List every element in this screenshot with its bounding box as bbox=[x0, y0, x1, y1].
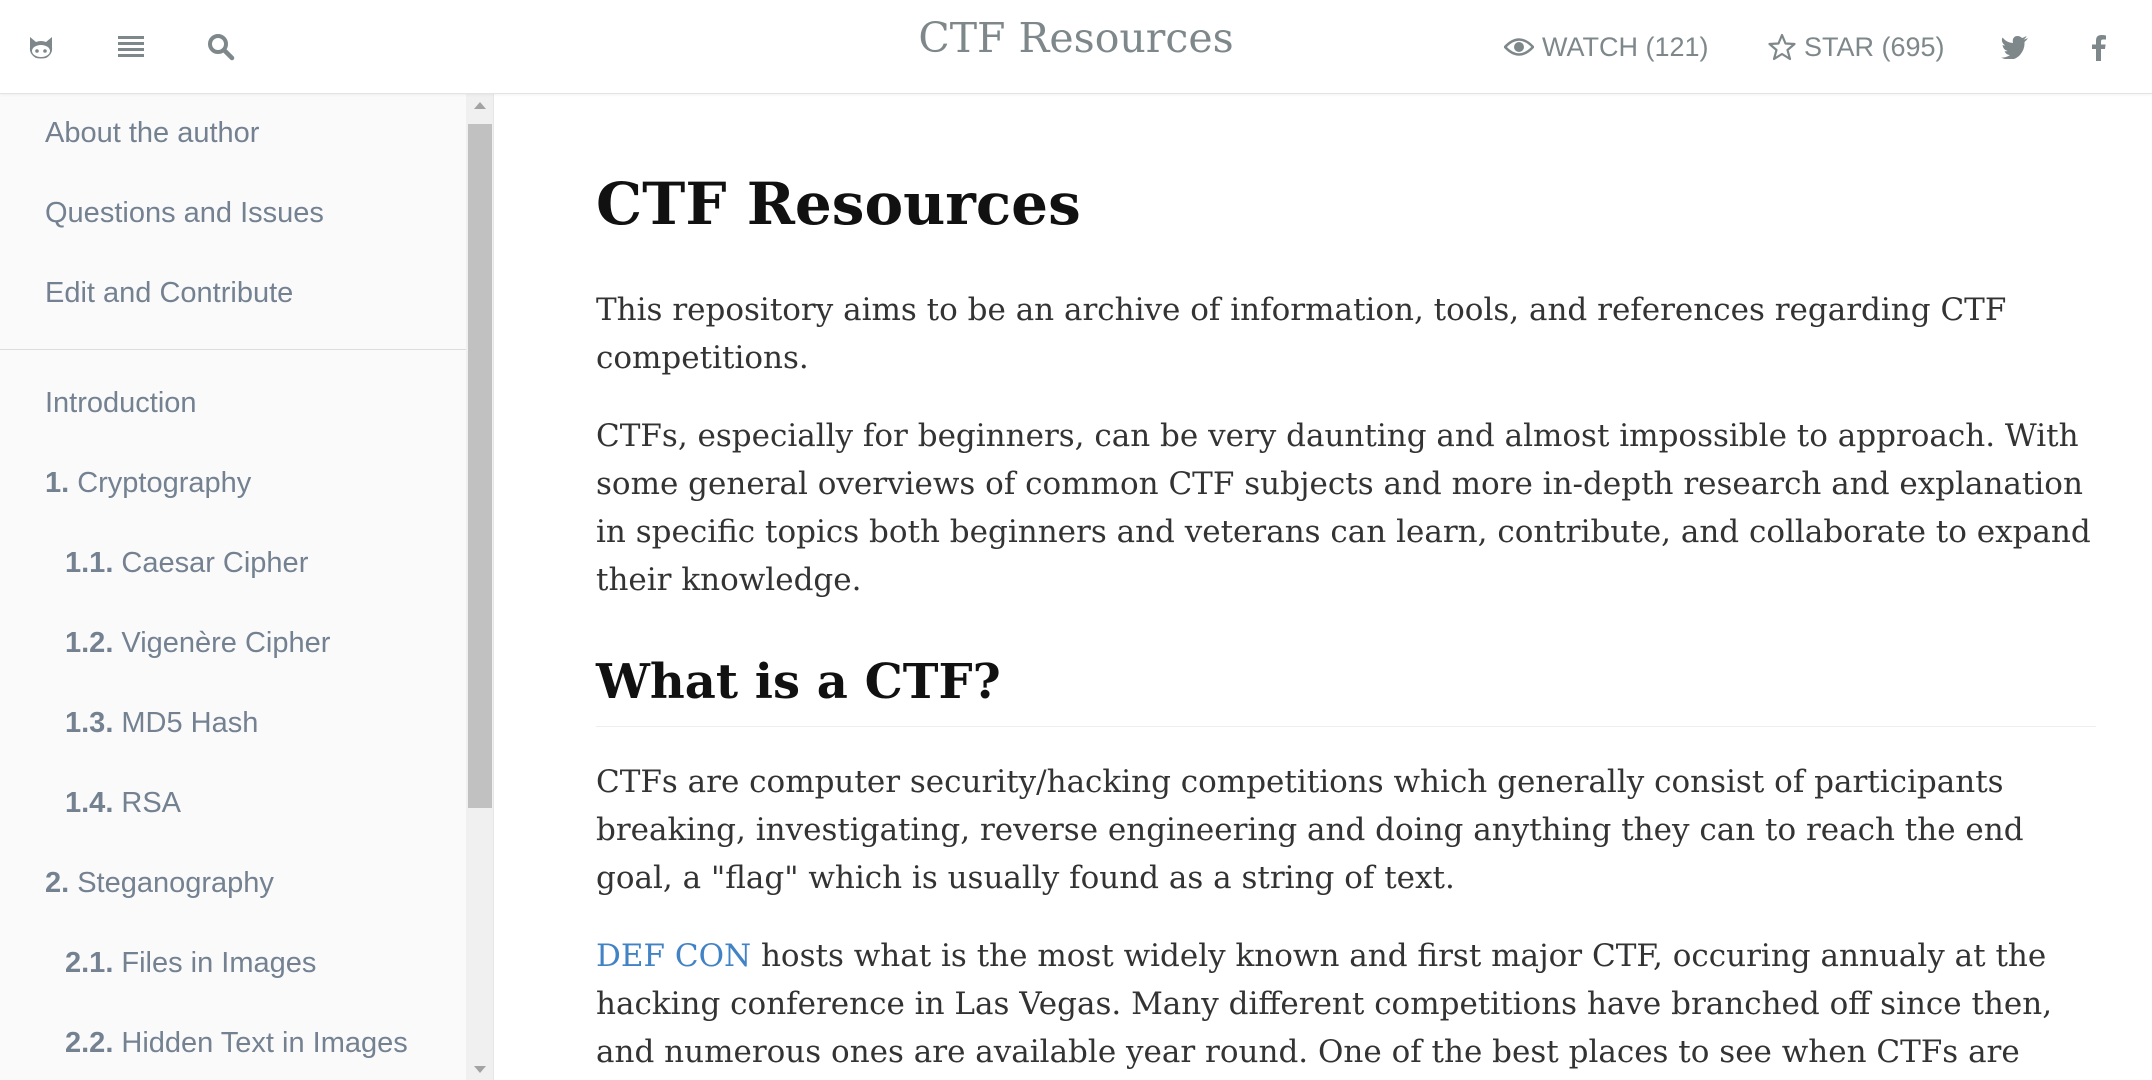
watch-button[interactable]: WATCH (121) bbox=[1504, 0, 1709, 94]
twitter-icon[interactable] bbox=[1990, 0, 2040, 94]
toc-icon[interactable] bbox=[104, 0, 158, 94]
def-con-link[interactable]: DEF CON bbox=[596, 938, 751, 974]
sidebar-item-label: Introduction bbox=[45, 386, 197, 419]
sidebar-item-label: Hidden Text in Images bbox=[121, 1026, 408, 1059]
sidebar-item-number: 2.2. bbox=[65, 1026, 114, 1059]
star-button[interactable]: STAR (695) bbox=[1768, 0, 1945, 94]
sidebar-item-label: About the author bbox=[45, 116, 260, 149]
star-icon bbox=[1768, 33, 1796, 61]
defcon-paragraph-text: hosts what is the most widely known and … bbox=[596, 938, 2053, 1070]
heading-rule bbox=[596, 726, 2096, 727]
sidebar-scrollbar[interactable] bbox=[466, 94, 493, 1080]
eye-icon bbox=[1504, 38, 1534, 56]
scroll-up-arrow-icon[interactable] bbox=[466, 94, 493, 116]
intro-paragraph: This repository aims to be an archive of… bbox=[596, 292, 2007, 376]
sidebar-item-number: 1.1. bbox=[65, 546, 114, 579]
scroll-down-arrow-icon[interactable] bbox=[466, 1058, 493, 1080]
sidebar-item-rsa[interactable]: 1.4. RSA bbox=[0, 773, 466, 833]
defcon-paragraph: DEF CON hosts what is the most widely kn… bbox=[596, 932, 2096, 1076]
sidebar-item-label: Files in Images bbox=[121, 946, 317, 979]
sidebar-item-md5-hash[interactable]: 1.3. MD5 Hash bbox=[0, 693, 466, 753]
sidebar-scroll-thumb[interactable] bbox=[468, 124, 492, 808]
sidebar-item-caesar-cipher[interactable]: 1.1. Caesar Cipher bbox=[0, 533, 466, 593]
sidebar-item-number: 2.1. bbox=[65, 946, 114, 979]
star-label: STAR (695) bbox=[1804, 31, 1945, 62]
facebook-icon[interactable] bbox=[2076, 0, 2122, 94]
sidebar-item-number: 1. bbox=[45, 466, 70, 499]
sidebar-item-label: Cryptography bbox=[77, 466, 252, 499]
sidebar: About the author Questions and Issues Ed… bbox=[0, 94, 494, 1080]
sidebar-item-label: Caesar Cipher bbox=[121, 546, 309, 579]
sidebar-item-label: Steganography bbox=[77, 866, 274, 899]
sidebar-item-questions-issues[interactable]: Questions and Issues bbox=[0, 183, 466, 243]
sidebar-item-about-author[interactable]: About the author bbox=[0, 103, 466, 163]
beginners-paragraph: CTFs, especially for beginners, can be v… bbox=[596, 418, 2091, 598]
header-bar: CTF Resources WATCH (121) STAR (695) bbox=[0, 0, 2152, 94]
sidebar-item-number: 1.4. bbox=[65, 786, 114, 819]
sidebar-item-files-in-images[interactable]: 2.1. Files in Images bbox=[0, 933, 466, 993]
sidebar-item-hidden-text-in-images[interactable]: 2.2. Hidden Text in Images bbox=[0, 1013, 466, 1073]
sidebar-divider bbox=[0, 349, 466, 350]
sidebar-item-label: Vigenère Cipher bbox=[121, 626, 331, 659]
sidebar-item-steganography[interactable]: 2. Steganography bbox=[0, 853, 466, 913]
page-title: CTF Resources bbox=[596, 170, 1081, 238]
sidebar-item-vigenere-cipher[interactable]: 1.2. Vigenère Cipher bbox=[0, 613, 466, 673]
watch-label: WATCH (121) bbox=[1542, 31, 1709, 62]
sidebar-item-edit-contribute[interactable]: Edit and Contribute bbox=[0, 263, 466, 323]
ctf-definition-paragraph: CTFs are computer security/hacking compe… bbox=[596, 764, 2024, 896]
sidebar-item-number: 2. bbox=[45, 866, 70, 899]
sidebar-item-number: 1.2. bbox=[65, 626, 114, 659]
section-heading-what-is-ctf: What is a CTF? bbox=[596, 654, 1001, 710]
github-icon[interactable] bbox=[14, 0, 68, 94]
sidebar-item-number: 1.3. bbox=[65, 706, 114, 739]
sidebar-item-label: Edit and Contribute bbox=[45, 276, 294, 309]
sidebar-item-label: RSA bbox=[121, 786, 182, 819]
sidebar-item-introduction[interactable]: Introduction bbox=[0, 373, 466, 433]
sidebar-item-label: MD5 Hash bbox=[121, 706, 259, 739]
search-icon[interactable] bbox=[194, 0, 248, 94]
page-content: CTF Resources This repository aims to be… bbox=[494, 94, 2152, 1080]
sidebar-item-cryptography[interactable]: 1. Cryptography bbox=[0, 453, 466, 513]
sidebar-item-label: Questions and Issues bbox=[45, 196, 324, 229]
